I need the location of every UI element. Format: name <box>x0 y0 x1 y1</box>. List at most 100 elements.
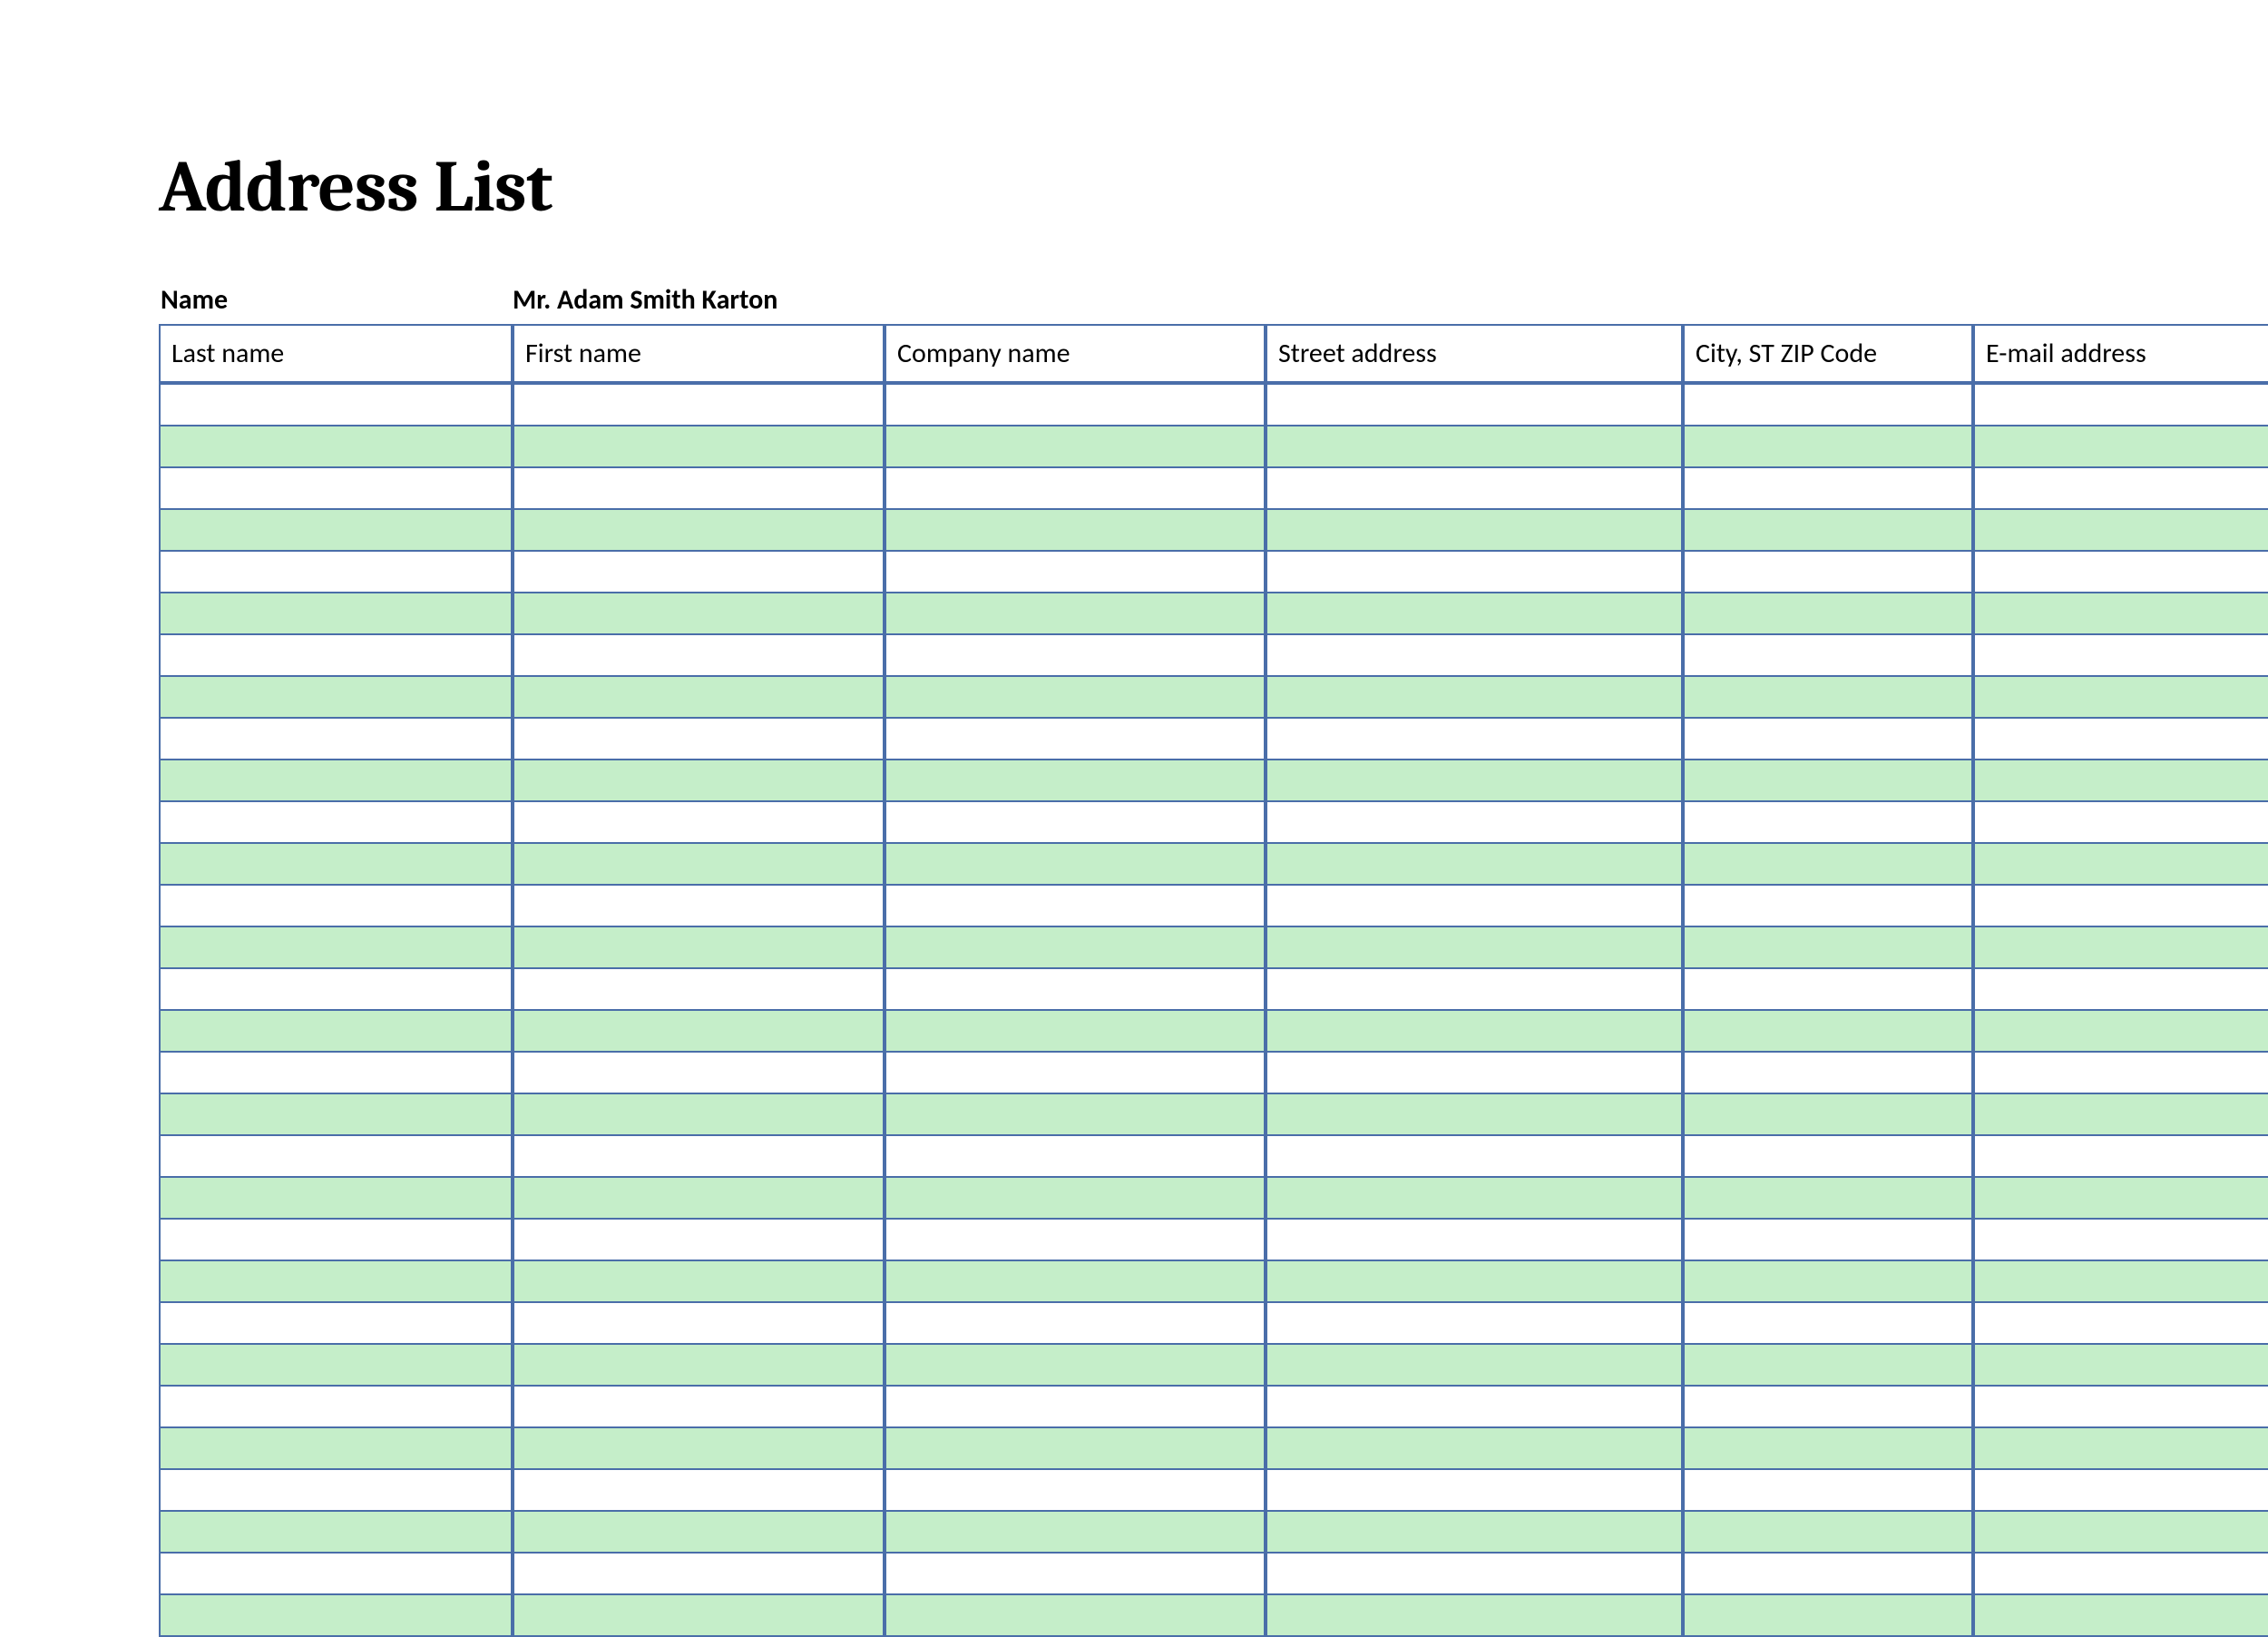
table-cell[interactable] <box>513 1220 885 1261</box>
table-cell[interactable] <box>1683 1094 1973 1136</box>
table-cell[interactable] <box>1266 760 1683 802</box>
table-cell[interactable] <box>1973 927 2268 969</box>
table-cell[interactable] <box>159 510 513 552</box>
table-cell[interactable] <box>885 1303 1266 1345</box>
table-cell[interactable] <box>1266 635 1683 677</box>
table-cell[interactable] <box>1683 1053 1973 1094</box>
table-cell[interactable] <box>1973 426 2268 468</box>
table-cell[interactable] <box>1973 886 2268 927</box>
table-cell[interactable] <box>1973 677 2268 719</box>
table-cell[interactable] <box>885 635 1266 677</box>
table-cell[interactable] <box>513 1345 885 1387</box>
table-cell[interactable] <box>1973 552 2268 593</box>
table-cell[interactable] <box>513 927 885 969</box>
table-cell[interactable] <box>513 1011 885 1053</box>
table-cell[interactable] <box>513 1512 885 1554</box>
table-cell[interactable] <box>1683 1220 1973 1261</box>
table-cell[interactable] <box>513 468 885 510</box>
table-cell[interactable] <box>159 760 513 802</box>
table-cell[interactable] <box>1266 969 1683 1011</box>
table-cell[interactable] <box>513 802 885 844</box>
table-cell[interactable] <box>1266 1595 1683 1637</box>
table-cell[interactable] <box>159 1387 513 1428</box>
table-cell[interactable] <box>1683 552 1973 593</box>
table-cell[interactable] <box>513 1554 885 1595</box>
table-cell[interactable] <box>159 1512 513 1554</box>
table-cell[interactable] <box>885 552 1266 593</box>
table-cell[interactable] <box>513 1303 885 1345</box>
table-cell[interactable] <box>1266 1220 1683 1261</box>
table-cell[interactable] <box>1683 510 1973 552</box>
table-cell[interactable] <box>885 719 1266 760</box>
table-cell[interactable] <box>513 760 885 802</box>
table-cell[interactable] <box>1973 719 2268 760</box>
table-cell[interactable] <box>885 802 1266 844</box>
table-cell[interactable] <box>159 1470 513 1512</box>
table-cell[interactable] <box>1683 1387 1973 1428</box>
table-cell[interactable] <box>1973 1011 2268 1053</box>
table-cell[interactable] <box>513 969 885 1011</box>
table-cell[interactable] <box>1266 1178 1683 1220</box>
table-cell[interactable] <box>1683 385 1973 426</box>
table-cell[interactable] <box>513 1178 885 1220</box>
table-cell[interactable] <box>885 886 1266 927</box>
table-cell[interactable] <box>159 426 513 468</box>
table-cell[interactable] <box>513 593 885 635</box>
table-cell[interactable] <box>1973 1512 2268 1554</box>
table-cell[interactable] <box>1973 385 2268 426</box>
table-cell[interactable] <box>1266 468 1683 510</box>
table-cell[interactable] <box>885 1011 1266 1053</box>
table-cell[interactable] <box>885 1094 1266 1136</box>
table-cell[interactable] <box>1973 1220 2268 1261</box>
table-cell[interactable] <box>885 677 1266 719</box>
table-cell[interactable] <box>1973 1345 2268 1387</box>
table-cell[interactable] <box>513 1470 885 1512</box>
table-cell[interactable] <box>885 426 1266 468</box>
table-cell[interactable] <box>159 1345 513 1387</box>
table-cell[interactable] <box>1973 1178 2268 1220</box>
table-cell[interactable] <box>1266 385 1683 426</box>
table-cell[interactable] <box>885 593 1266 635</box>
table-cell[interactable] <box>1973 593 2268 635</box>
table-cell[interactable] <box>1266 719 1683 760</box>
table-cell[interactable] <box>885 1136 1266 1178</box>
table-cell[interactable] <box>1266 510 1683 552</box>
table-cell[interactable] <box>1973 1053 2268 1094</box>
table-cell[interactable] <box>1266 886 1683 927</box>
table-cell[interactable] <box>513 426 885 468</box>
table-cell[interactable] <box>159 927 513 969</box>
table-cell[interactable] <box>513 886 885 927</box>
table-cell[interactable] <box>1973 635 2268 677</box>
table-cell[interactable] <box>885 468 1266 510</box>
table-cell[interactable] <box>1973 510 2268 552</box>
table-cell[interactable] <box>1266 1345 1683 1387</box>
table-cell[interactable] <box>513 1053 885 1094</box>
table-cell[interactable] <box>1266 1053 1683 1094</box>
table-cell[interactable] <box>1266 593 1683 635</box>
table-cell[interactable] <box>513 1428 885 1470</box>
table-cell[interactable] <box>885 969 1266 1011</box>
table-cell[interactable] <box>885 1053 1266 1094</box>
table-cell[interactable] <box>159 593 513 635</box>
table-cell[interactable] <box>885 1470 1266 1512</box>
table-cell[interactable] <box>1973 1387 2268 1428</box>
table-cell[interactable] <box>1973 969 2268 1011</box>
table-cell[interactable] <box>885 1220 1266 1261</box>
table-cell[interactable] <box>1683 969 1973 1011</box>
table-cell[interactable] <box>1973 844 2268 886</box>
table-cell[interactable] <box>1683 1512 1973 1554</box>
table-cell[interactable] <box>1266 1261 1683 1303</box>
table-cell[interactable] <box>1973 1261 2268 1303</box>
table-cell[interactable] <box>159 1428 513 1470</box>
table-cell[interactable] <box>1683 802 1973 844</box>
table-cell[interactable] <box>1683 844 1973 886</box>
table-cell[interactable] <box>1266 844 1683 886</box>
table-cell[interactable] <box>1683 1470 1973 1512</box>
table-cell[interactable] <box>1266 1011 1683 1053</box>
table-cell[interactable] <box>159 1220 513 1261</box>
table-cell[interactable] <box>1683 1136 1973 1178</box>
table-cell[interactable] <box>1266 1303 1683 1345</box>
table-cell[interactable] <box>1266 677 1683 719</box>
table-cell[interactable] <box>159 1178 513 1220</box>
table-cell[interactable] <box>513 1136 885 1178</box>
